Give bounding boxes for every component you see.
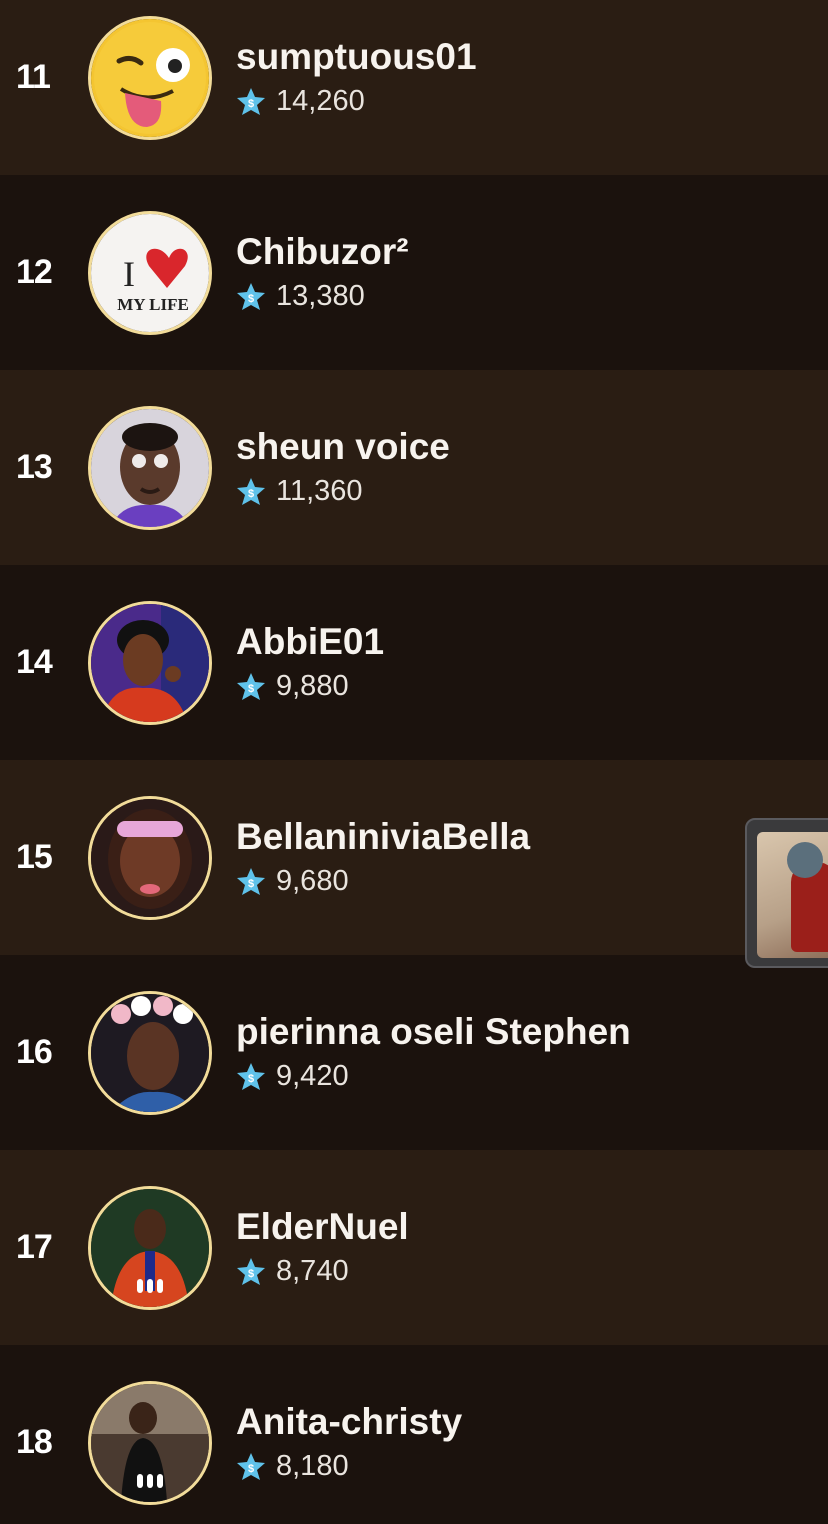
score: $ 8,180 [236,1450,462,1483]
rank-number: 18 [16,1423,53,1461]
profile-photo [91,993,209,1112]
svg-text:$: $ [248,1268,254,1280]
avatar[interactable] [88,15,212,140]
svg-text:I: I [123,254,135,294]
score: $ 13,380 [236,280,409,313]
username: sumptuous01 [236,36,477,77]
score-value: 8,180 [276,1450,349,1482]
i-love-my-life-image-icon: I MY LIFE [91,213,209,332]
star-coin-icon: $ [237,1257,265,1285]
username: ElderNuel [236,1206,409,1247]
user-info: BellaniniviaBella $ 9,680 [236,817,530,898]
profile-photo [91,798,209,917]
username: BellaniniviaBella [236,816,531,857]
leaderboard-row[interactable]: 18 Anita-christy $ 8,180 [0,1345,828,1524]
user-info: pierinna oseli Stephen $ 9,420 [236,1012,631,1093]
avatar[interactable] [88,1185,212,1310]
rank-number: 13 [16,448,53,486]
svg-text:$: $ [248,293,254,305]
score: $ 9,880 [236,670,384,703]
avatar[interactable] [88,600,212,725]
svg-text:$: $ [248,1073,254,1085]
star-coin-icon: $ [237,1062,265,1090]
score: $ 11,360 [236,475,450,508]
star-coin-icon: $ [237,867,265,895]
svg-text:MY LIFE: MY LIFE [117,295,189,314]
star-coin-icon: $ [237,282,265,310]
score: $ 9,680 [236,865,530,898]
avatar[interactable] [88,795,212,920]
avatar[interactable] [88,405,212,530]
user-info: AbbiE01 $ 9,880 [236,622,384,703]
leaderboard-list: 11 sumptuous01 $ 14,260 12 I MY LIFE Chi… [0,0,828,1524]
username: Anita-christy [236,1401,463,1442]
video-figure-head [787,842,823,878]
leaderboard-row[interactable]: 12 I MY LIFE Chibuzor² $ 13,380 [0,175,828,370]
avatar[interactable]: I MY LIFE [88,210,212,335]
star-coin-icon: $ [237,477,265,505]
svg-text:$: $ [248,98,254,110]
leaderboard-row[interactable]: 14 AbbiE01 $ 9,880 [0,565,828,760]
score-value: 8,740 [276,1255,349,1287]
rank-number: 11 [16,58,51,96]
score: $ 8,740 [236,1255,409,1288]
score: $ 9,420 [236,1060,631,1093]
rank-number: 12 [16,253,53,291]
star-coin-icon: $ [237,672,265,700]
winking-tongue-emoji-icon [91,18,209,137]
leaderboard-row[interactable]: 15 BellaniniviaBella $ 9,680 [0,760,828,955]
video-preview [757,832,828,958]
leaderboard-row[interactable]: 16 pierinna oseli Stephen $ 9,420 [0,955,828,1150]
svg-text:$: $ [248,488,254,500]
floating-video-thumbnail[interactable] [745,818,828,968]
score: $ 14,260 [236,85,477,118]
svg-text:$: $ [248,1463,254,1475]
rank-number: 16 [16,1033,53,1071]
score-value: 9,420 [276,1060,349,1092]
score-value: 14,260 [276,85,365,117]
audio-indicator-icon [91,1278,209,1293]
star-coin-icon: $ [237,87,265,115]
profile-photo [91,603,209,722]
score-value: 9,680 [276,865,349,897]
score-value: 11,360 [276,475,363,507]
profile-photo [91,408,209,527]
score-value: 13,380 [276,280,365,312]
svg-text:$: $ [248,683,254,695]
user-info: ElderNuel $ 8,740 [236,1207,409,1288]
svg-text:$: $ [248,878,254,890]
rank-number: 15 [16,838,53,876]
score-value: 9,880 [276,670,349,702]
leaderboard-row[interactable]: 17 ElderNuel $ 8,740 [0,1150,828,1345]
rank-number: 14 [16,643,53,681]
avatar[interactable] [88,990,212,1115]
audio-indicator-icon [91,1473,209,1488]
username: AbbiE01 [236,621,385,662]
username: Chibuzor² [236,231,409,272]
user-info: Chibuzor² $ 13,380 [236,232,409,313]
username: pierinna oseli Stephen [236,1011,631,1052]
leaderboard-row[interactable]: 11 sumptuous01 $ 14,260 [0,0,828,175]
rank-number: 17 [16,1228,53,1266]
user-info: sumptuous01 $ 14,260 [236,37,477,118]
star-coin-icon: $ [237,1452,265,1480]
avatar[interactable] [88,1380,212,1505]
user-info: Anita-christy $ 8,180 [236,1402,462,1483]
username: sheun voice [236,426,450,467]
leaderboard-row[interactable]: 13 sheun voice $ 11,360 [0,370,828,565]
user-info: sheun voice $ 11,360 [236,427,450,508]
